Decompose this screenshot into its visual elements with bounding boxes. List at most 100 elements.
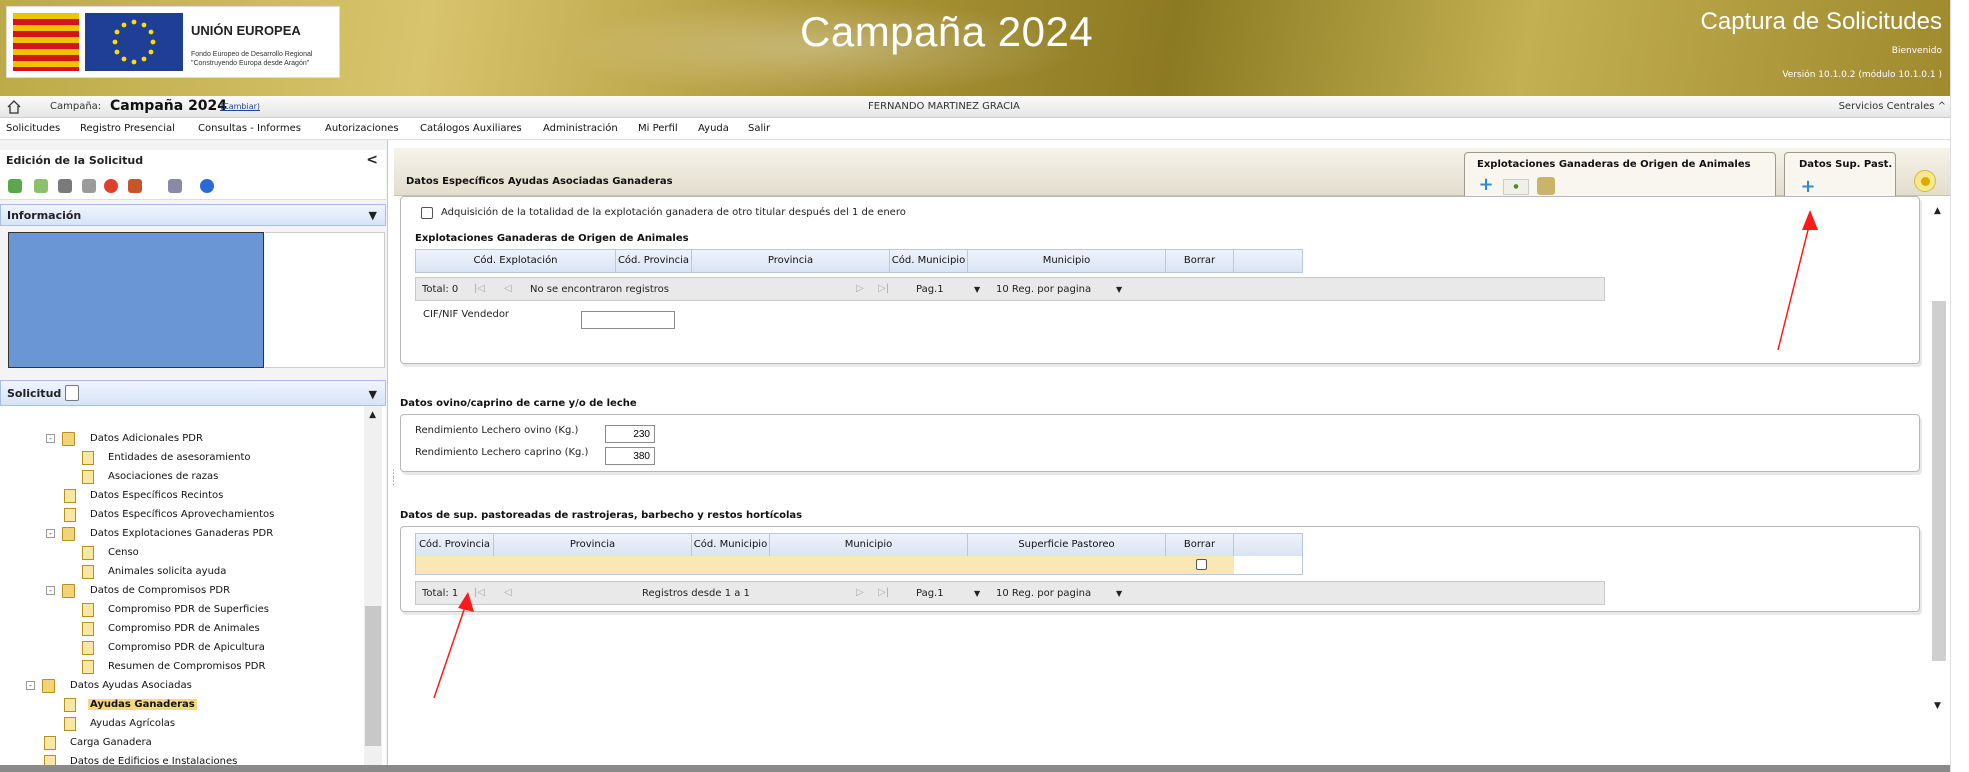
menu-item-autorizaciones[interactable]: Autorizaciones — [325, 123, 399, 134]
document-icon — [82, 470, 94, 484]
tree-collapse-icon[interactable]: - — [46, 529, 55, 538]
next-page-icon[interactable]: ▷ — [856, 587, 864, 598]
col-cod-provincia[interactable]: Cód. Provincia — [616, 250, 692, 272]
col-provincia[interactable]: Provincia — [692, 250, 890, 272]
col-cod-explotacion[interactable]: Cód. Explotación — [416, 250, 616, 272]
col-borrar[interactable]: Borrar — [1166, 250, 1234, 272]
scroll-down-icon[interactable]: ▼ — [1934, 701, 1941, 711]
tree-scrollbar-thumb[interactable] — [365, 606, 381, 746]
tree-item-resumen[interactable]: Resumen de Compromisos PDR — [108, 661, 265, 672]
add-pastoreo-button[interactable]: + — [1799, 178, 1817, 197]
left-panel: Edición de la Solicitud < Información ▼ … — [0, 140, 388, 765]
col-cod-municipio[interactable]: Cód. Municipio — [890, 250, 968, 272]
services-toggle[interactable]: Servicios Centrales ^ — [1839, 101, 1946, 112]
adquisicion-checkbox[interactable] — [421, 207, 433, 219]
col-provincia[interactable]: Provincia — [494, 534, 692, 556]
menu-item-mi-perfil[interactable]: Mi Perfil — [638, 123, 678, 134]
content-scrollbar[interactable]: ▲ ▼ — [1926, 196, 1948, 765]
collapse-panel-button[interactable]: < — [366, 152, 378, 168]
chevron-down-icon[interactable]: ▼ — [369, 388, 377, 401]
content-header: Datos Específicos Ayudas Asociadas Ganad… — [394, 148, 1950, 204]
page-dropdown-icon[interactable]: ▼ — [974, 589, 980, 598]
size-dropdown-icon[interactable]: ▼ — [1116, 589, 1122, 598]
tree-item-ayudas-agricolas[interactable]: Ayudas Agrícolas — [90, 718, 175, 729]
info-section-header[interactable]: Información ▼ — [0, 204, 386, 226]
col-municipio[interactable]: Municipio — [968, 250, 1166, 272]
menu-item-consultas[interactable]: Consultas - Informes — [198, 123, 301, 134]
menu-item-salir[interactable]: Salir — [748, 123, 770, 134]
panel-splitter-icon[interactable]: ⋮⋮ — [389, 470, 398, 500]
chevron-down-icon[interactable]: ▼ — [369, 209, 377, 222]
tree-item-datos-adicionales[interactable]: Datos Adicionales PDR — [90, 433, 203, 444]
solicitud-section-header[interactable]: Solicitud ▼ — [0, 380, 386, 406]
menu-item-registro-presencial[interactable]: Registro Presencial — [80, 123, 175, 134]
tree-item-comp-animales[interactable]: Compromiso PDR de Animales — [108, 623, 260, 634]
user-icon[interactable] — [168, 179, 182, 193]
refresh-icon[interactable] — [8, 179, 22, 193]
change-campaign-link[interactable]: (Cambiar) — [220, 102, 260, 111]
tree-item-aprovechamientos[interactable]: Datos Específicos Aprovechamientos — [90, 509, 274, 520]
add-origin-button[interactable]: + — [1477, 176, 1495, 195]
col-borrar[interactable]: Borrar — [1166, 534, 1234, 556]
menu-item-administracion[interactable]: Administración — [543, 123, 618, 134]
import-icon[interactable]: ● — [1503, 179, 1529, 195]
validate-icon[interactable] — [34, 179, 48, 193]
last-page-icon[interactable]: ▷| — [878, 283, 889, 294]
prev-page-icon[interactable]: ◁ — [504, 587, 512, 598]
tree-item-censo[interactable]: Censo — [108, 547, 139, 558]
col-cod-municipio[interactable]: Cód. Municipio — [692, 534, 770, 556]
cif-input[interactable] — [581, 311, 675, 329]
document-icon — [64, 717, 76, 731]
col-superficie[interactable]: Superficie Pastoreo — [968, 534, 1166, 556]
scroll-up-icon[interactable]: ▲ — [1934, 206, 1941, 216]
size-dropdown-icon[interactable]: ▼ — [1116, 285, 1122, 294]
home-icon[interactable] — [6, 99, 22, 115]
tree-item-edificios[interactable]: Datos de Edificios e Instalaciones — [70, 756, 237, 765]
tree-item-compromisos[interactable]: Datos de Compromisos PDR — [90, 585, 230, 596]
scroll-up-icon[interactable]: ▲ — [369, 410, 376, 420]
tree-collapse-icon[interactable]: - — [46, 586, 55, 595]
print-icon[interactable] — [82, 179, 96, 193]
tree-collapse-icon[interactable]: - — [46, 434, 55, 443]
scrollbar-thumb[interactable] — [1932, 301, 1946, 661]
menu-item-ayuda[interactable]: Ayuda — [698, 123, 729, 134]
tree-item-entidades[interactable]: Entidades de asesoramiento — [108, 452, 251, 463]
edit-icon[interactable] — [128, 179, 142, 193]
page-dropdown-icon[interactable]: ▼ — [974, 285, 980, 294]
cancel-icon[interactable] — [104, 179, 118, 193]
header-banner: UNIÓN EUROPEA Fondo Europeo de Desarroll… — [0, 0, 1950, 96]
first-page-icon[interactable]: |◁ — [474, 283, 485, 294]
menu-item-catalogos[interactable]: Catálogos Auxiliares — [420, 123, 522, 134]
tree-item-ayudas-asociadas[interactable]: Datos Ayudas Asociadas — [70, 680, 192, 691]
caprino-input[interactable] — [605, 447, 655, 465]
tree-item-comp-apicultura[interactable]: Compromiso PDR de Apicultura — [108, 642, 265, 653]
last-page-icon[interactable]: ▷| — [878, 587, 889, 598]
pager-size: 10 Reg. por pagina — [996, 284, 1092, 295]
tree-item-asociaciones[interactable]: Asociaciones de razas — [108, 471, 218, 482]
left-panel-header: Edición de la Solicitud < — [0, 150, 386, 172]
adquisicion-label: Adquisición de la totalidad de la explot… — [441, 207, 906, 218]
col-cod-provincia[interactable]: Cód. Provincia — [416, 534, 494, 556]
tree-collapse-icon[interactable]: - — [26, 681, 35, 690]
tree-item-carga-ganadera[interactable]: Carga Ganadera — [70, 737, 152, 748]
pager-status: No se encontraron registros — [530, 284, 669, 295]
borrar-checkbox[interactable] — [1196, 559, 1207, 570]
tree-item-animales[interactable]: Animales solicita ayuda — [108, 566, 226, 577]
next-page-icon[interactable]: ▷ — [856, 283, 864, 294]
table-row[interactable] — [416, 556, 1234, 574]
tree-item-recintos[interactable]: Datos Específicos Recintos — [90, 490, 223, 501]
prev-page-icon[interactable]: ◁ — [504, 283, 512, 294]
tree-item-explotaciones-pdr[interactable]: Datos Explotaciones Ganaderas PDR — [90, 528, 273, 539]
first-page-icon[interactable]: |◁ — [474, 587, 485, 598]
ovino-input[interactable] — [605, 425, 655, 443]
eu-logo-block: UNIÓN EUROPEA Fondo Europeo de Desarroll… — [6, 6, 340, 78]
tree-item-ayudas-ganaderas[interactable]: Ayudas Ganaderas — [88, 699, 197, 710]
info-circle-icon[interactable] — [1914, 170, 1936, 192]
col-municipio[interactable]: Municipio — [770, 534, 968, 556]
animals-icon[interactable] — [1537, 177, 1555, 195]
tree-item-comp-superficies[interactable]: Compromiso PDR de Superficies — [108, 604, 269, 615]
binoculars-icon[interactable] — [58, 179, 72, 193]
menu-item-solicitudes[interactable]: Solicitudes — [6, 123, 60, 134]
window-scrollbar[interactable] — [1950, 0, 1969, 772]
help-icon[interactable] — [200, 179, 214, 193]
